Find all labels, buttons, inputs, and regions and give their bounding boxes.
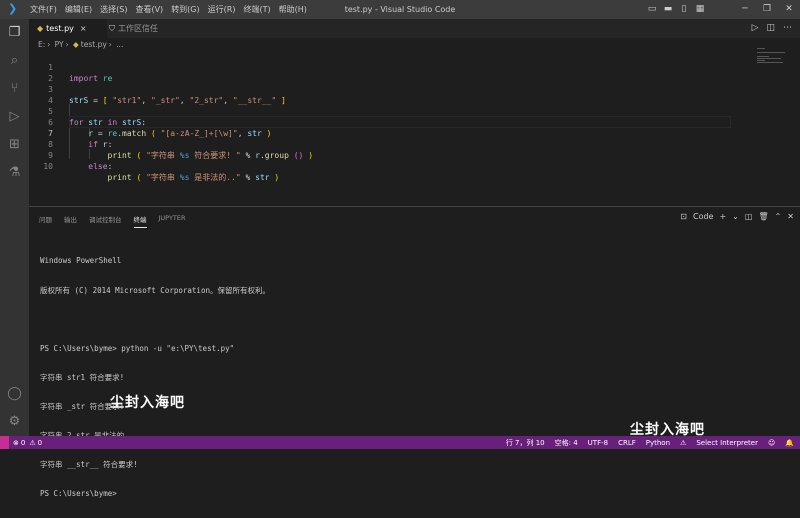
indentation[interactable]: 空格: 4 [555,438,578,448]
menu-selection[interactable]: 选择(S) [96,0,131,19]
tab-jupyter[interactable]: JUPYTER [159,214,186,228]
status-bar: ⊗ 0 ⚠ 0 行 7，列 10 空格: 4 UTF-8 CRLF Python… [0,436,800,449]
title-bar: ❯ 文件(F) 编辑(E) 选择(S) 查看(V) 转到(G) 运行(R) 终端… [0,0,800,19]
warning-count[interactable]: 0 [38,439,42,447]
menu-bar: 文件(F) 编辑(E) 选择(S) 查看(V) 转到(G) 运行(R) 终端(T… [26,0,311,19]
toggle-sidebar-icon[interactable]: ▭ [644,0,660,19]
source-control-icon[interactable]: ⑂ [6,80,23,97]
tab-workspace-trust[interactable]: ⛉ 工作区信任 [101,19,197,38]
breadcrumb-drive[interactable]: E: [38,40,45,49]
close-panel-icon[interactable]: ✕ [787,212,794,221]
toggle-secondary-sidebar-icon[interactable]: ▯ [676,0,692,19]
tab-output[interactable]: 输出 [64,214,77,228]
restore-icon[interactable]: ❐ [756,0,778,19]
code-line: 8 print ( "字符串 %s 符合要求! " % r.group () ) [48,140,314,160]
breadcrumb-folder[interactable]: PY [55,40,64,49]
run-python-file-icon[interactable]: ▷ [752,19,759,38]
menu-view[interactable]: 查看(V) [131,0,167,19]
code-line: 1 import re [48,63,113,83]
terminal-line: Windows PowerShell [40,256,122,266]
python-file-icon: ◆ [37,24,44,33]
panel-actions: ⊡ Code + ⌄ ◫ 🗑 ⌃ ✕ [680,212,794,221]
watermark-text: 尘封入海吧 [110,395,185,411]
editor-tabs: ◆ test.py × ⛉ 工作区信任 ▷ ◫ ⋯ [29,19,800,38]
code-line: 7 if r: [48,129,113,149]
terminal-shell-label[interactable]: Code [693,212,713,221]
shield-icon: ⛉ [109,24,115,33]
terminal-line: PS C:\Users\byme> [40,489,117,499]
extensions-icon[interactable]: ⊞ [6,136,23,153]
bell-icon[interactable]: 🔔 [785,439,794,447]
activity-bar: ❐ ⌕ ⑂ ▷ ⊞ ⚗ ◯ ⚙ [0,19,29,436]
cursor-position[interactable]: 行 7，列 10 [506,438,545,448]
tab-debug-console[interactable]: 调试控制台 [89,214,122,228]
code-line: 6 r = re.match ( "[a-zA-Z_]+[\w]", str ) [48,118,272,138]
menu-run[interactable]: 运行(R) [204,0,240,19]
error-icon[interactable]: ⊗ [13,439,19,447]
code-line: 9 else: [48,151,113,171]
code-line: 3 strS = [ "str1", "_str", "2_str", "__s… [48,85,286,105]
explorer-icon[interactable]: ❐ [6,24,23,41]
language-mode[interactable]: Python [646,439,670,447]
code-line: 5 for str in strS: [48,107,147,127]
terminal-output[interactable]: Windows PowerShell 版权所有 (C) 2014 Microso… [40,237,270,518]
encoding[interactable]: UTF-8 [588,439,608,447]
code-line: 10 print ( "字符串 %s 是非法的.." % str ) [43,162,280,182]
account-icon[interactable]: ◯ [6,385,23,402]
terminal-line: 字符串 __str__ 符合要求! [40,460,138,470]
tab-label: 工作区信任 [118,24,158,33]
breadcrumb: E: › PY › ◆ test.py › ... [38,40,124,49]
warning-icon: ⚠ [680,438,687,447]
chevron-up-icon[interactable]: ⌃ [775,212,782,221]
terminal-shell-icon: ⊡ [680,212,687,221]
terminal-line: ​ [40,315,270,325]
vscode-logo-icon: ❯ [8,2,18,15]
python-file-icon: ◆ [73,40,79,49]
code-line: 4 [48,96,53,105]
menu-go[interactable]: 转到(G) [167,0,203,19]
close-tab-icon[interactable]: × [80,24,87,33]
testing-icon[interactable]: ⚗ [6,164,23,181]
terminal-line: 字符串 str1 符合要求! [40,372,125,382]
minimap[interactable] [757,48,789,68]
panel-tabs: 问题 输出 调试控制台 终端 JUPYTER [39,214,198,228]
new-terminal-icon[interactable]: + [719,212,726,221]
breadcrumb-symbol[interactable]: ... [116,40,123,49]
warning-icon[interactable]: ⚠ [29,439,35,447]
tab-problems[interactable]: 问题 [39,214,52,228]
run-debug-icon[interactable]: ▷ [6,108,23,125]
trash-icon[interactable]: 🗑 [758,212,768,221]
menu-file[interactable]: 文件(F) [26,0,61,19]
error-count[interactable]: 0 [21,439,25,447]
close-window-icon[interactable]: ✕ [778,0,800,19]
split-editor-icon[interactable]: ◫ [766,19,775,38]
select-interpreter[interactable]: Select Interpreter [696,439,758,447]
breadcrumb-file[interactable]: test.py [81,40,107,49]
tab-terminal[interactable]: 终端 [133,214,147,228]
remote-indicator[interactable] [0,436,9,449]
customize-layout-icon[interactable]: ▦ [692,0,708,19]
end-of-line[interactable]: CRLF [618,439,636,447]
chevron-down-icon[interactable]: ⌄ [732,212,739,221]
more-actions-icon[interactable]: ⋯ [783,19,792,38]
feedback-icon[interactable]: ☺ [768,439,775,447]
search-icon[interactable]: ⌕ [6,52,23,69]
menu-terminal[interactable]: 终端(T) [239,0,274,19]
tab-label: test.py [46,24,74,33]
manage-gear-icon[interactable]: ⚙ [6,413,23,430]
code-editor[interactable]: 1 import re 2 3 strS = [ "str1", "_str",… [29,50,731,206]
toggle-panel-icon[interactable]: ▬ [660,0,676,19]
terminal-line: 版权所有 (C) 2014 Microsoft Corporation。保留所有… [40,285,270,295]
code-line: 2 [48,74,53,83]
tab-test-py[interactable]: ◆ test.py × [29,19,107,38]
minimize-icon[interactable]: ─ [734,0,756,19]
menu-help[interactable]: 帮助(H) [275,0,311,19]
menu-edit[interactable]: 编辑(E) [61,0,96,19]
terminal-line: PS C:\Users\byme> python -u "e:\PY\test.… [40,343,235,353]
split-terminal-icon[interactable]: ◫ [745,212,753,221]
